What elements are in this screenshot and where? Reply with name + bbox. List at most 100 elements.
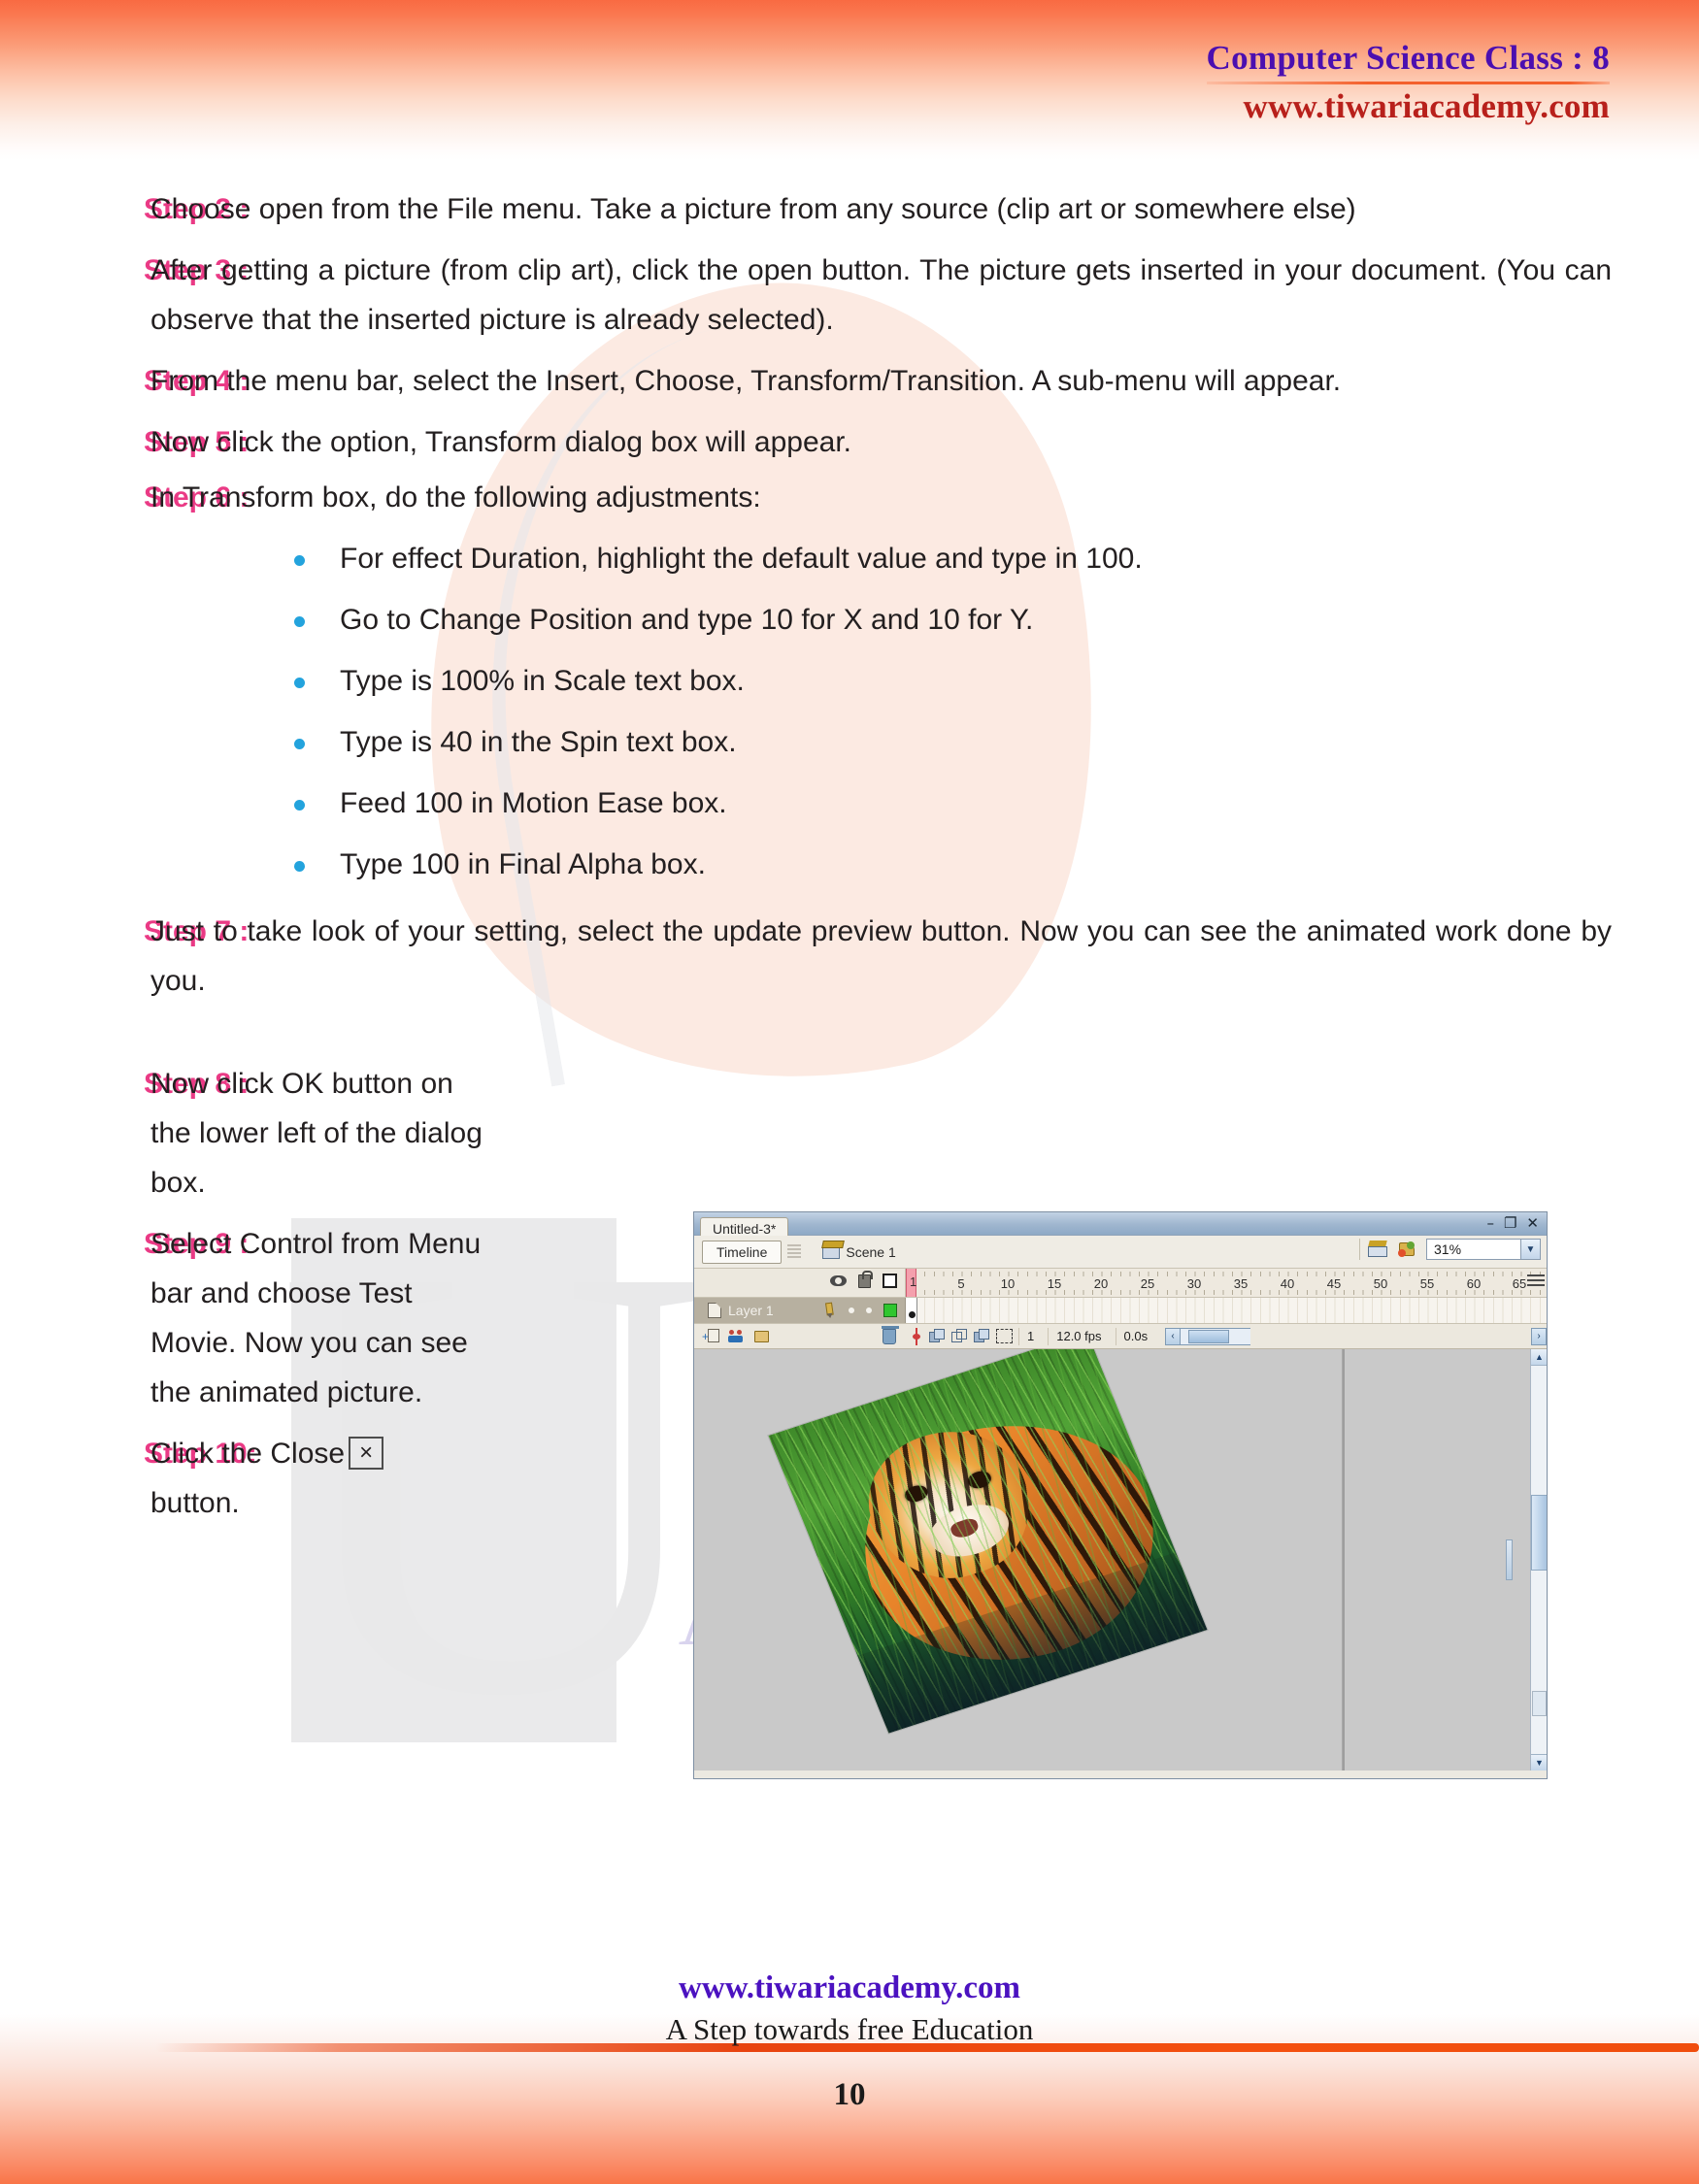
step-label: Step 2 :: [144, 193, 250, 225]
step-text: Select Control from Menu bar and choose …: [150, 1228, 482, 1408]
scroll-right-arrow-icon[interactable]: ›: [1531, 1327, 1547, 1345]
ruler-tick-10: 10: [1000, 1276, 1016, 1291]
layer-name-cell[interactable]: Layer 1: [694, 1298, 906, 1323]
pencil-icon[interactable]: [821, 1302, 838, 1318]
step-label: Step 3 :: [144, 254, 250, 286]
ruler-tick-55: 55: [1419, 1276, 1435, 1291]
step-text: From the menu bar, select the Insert, Ch…: [150, 365, 1342, 397]
edit-multiple-frames-icon[interactable]: [974, 1329, 990, 1343]
panel-collapse-tab[interactable]: [1506, 1539, 1513, 1580]
page-header: Computer Science Class : 8 www.tiwariaca…: [1206, 39, 1610, 126]
step-text: After getting a picture (from clip art),…: [150, 254, 1612, 336]
new-layer-icon[interactable]: +: [702, 1329, 719, 1343]
ruler-frame-numbers: 5 10 15 20 25 30 35 40 45 50 55 60 65: [906, 1276, 1547, 1293]
close-window-icon[interactable]: ✕: [1526, 1214, 1539, 1232]
stage-vertical-scrollbar[interactable]: ▲ ▼: [1530, 1349, 1547, 1770]
timeline-options-menu-icon[interactable]: [1527, 1274, 1545, 1291]
footer-site-url[interactable]: www.tiwariacademy.com: [0, 1970, 1699, 2006]
step10-text-after: button.: [150, 1487, 240, 1519]
step-text: Click the Close × button.: [150, 1429, 495, 1528]
step-row: Step 3 : After getting a picture (from c…: [0, 246, 1699, 345]
layer-row-icons: [822, 1303, 897, 1317]
layer-column-header: [694, 1269, 906, 1297]
header-title: Computer Science Class : 8: [1206, 39, 1610, 77]
scene-label: Scene 1: [846, 1243, 896, 1260]
add-motion-guide-icon[interactable]: [727, 1329, 745, 1343]
zoom-level-value: 31%: [1434, 1241, 1462, 1257]
playhead-marker[interactable]: 1: [906, 1269, 916, 1297]
scroll-up-arrow-icon[interactable]: ▲: [1531, 1349, 1547, 1366]
minimize-icon[interactable]: –: [1486, 1214, 1494, 1232]
chevron-down-icon[interactable]: ▼: [1520, 1240, 1540, 1259]
footer-tagline: A Step towards free Education: [665, 2012, 1034, 2046]
layer-row[interactable]: Layer 1: [694, 1298, 1547, 1324]
delete-layer-trash-icon[interactable]: [882, 1325, 899, 1344]
layer-name-label: Layer 1: [728, 1303, 774, 1318]
step-row: Step 2 : Choose open from the File menu.…: [0, 184, 1699, 234]
close-icon[interactable]: ×: [349, 1437, 384, 1470]
step-row: Step 5 : Now click the option, Transform…: [0, 417, 1699, 467]
edit-symbol-icon[interactable]: [1397, 1241, 1418, 1259]
layer-frames-track[interactable]: [906, 1298, 1547, 1323]
timeline-horizontal-scrollbar[interactable]: ‹: [1165, 1327, 1251, 1345]
timeline-ruler[interactable]: 5 10 15 20 25 30 35 40 45 50 55 60 65 1: [906, 1269, 1547, 1297]
page-number: 10: [833, 2077, 866, 2112]
ruler-tick-20: 20: [1093, 1276, 1109, 1291]
step-row: Step 8 : Now click OK button on the lowe…: [0, 1059, 1699, 1208]
keyframe-marker[interactable]: [909, 1311, 916, 1318]
onion-skin-outlines-icon[interactable]: [951, 1329, 968, 1343]
page-footer: www.tiwariacademy.com A Step towards fre…: [0, 1970, 1699, 2047]
step-label: Step 9 :: [144, 1228, 250, 1260]
step-text: Now click OK button on the lower left of…: [150, 1068, 483, 1199]
scroll-thumb[interactable]: [1188, 1329, 1230, 1343]
stage-area: ▲ ▼: [694, 1349, 1547, 1770]
eye-icon[interactable]: [830, 1275, 847, 1286]
layer-page-icon: [708, 1303, 721, 1318]
flash-application-window: Untitled-3* – ❐ ✕ Timeline Scene 1 31% ▼: [693, 1211, 1548, 1779]
list-item: Type is 40 in the Spin text box.: [0, 711, 1699, 773]
step-row: Step 6 : In Transform box, do the follow…: [0, 473, 1699, 522]
lock-dot-icon[interactable]: [866, 1307, 872, 1313]
adjustment-bullet-list: For effect Duration, highlight the defau…: [0, 528, 1699, 895]
edit-scene-icon[interactable]: [1368, 1240, 1389, 1259]
header-site-url: www.tiwariacademy.com: [1243, 87, 1610, 125]
ruler-tick-50: 50: [1373, 1276, 1388, 1291]
timeline-header-row: 5 10 15 20 25 30 35 40 45 50 55 60 65 1: [694, 1269, 1547, 1298]
step-row: Step 7 : Just to take look of your setti…: [0, 907, 1699, 1006]
maximize-icon[interactable]: ❐: [1504, 1214, 1516, 1232]
layer-color-swatch[interactable]: [883, 1303, 897, 1317]
playback-status-controls: 1 12.0 fps 0.0s ‹ ›: [906, 1327, 1547, 1345]
zoom-level-combobox[interactable]: 31% ▼: [1426, 1239, 1541, 1260]
elapsed-time-indicator: 0.0s: [1115, 1327, 1156, 1345]
step10-text-before: Click the Close: [150, 1438, 346, 1470]
scroll-left-arrow-icon[interactable]: ‹: [1165, 1327, 1182, 1345]
step-label: Step 5 :: [144, 426, 250, 458]
scroll-track[interactable]: [1181, 1327, 1251, 1345]
ruler-tick-30: 30: [1186, 1276, 1202, 1291]
lock-icon[interactable]: [858, 1270, 873, 1288]
window-titlebar[interactable]: Untitled-3* – ❐ ✕: [694, 1212, 1547, 1240]
layer-state-icons: [830, 1270, 897, 1288]
ruler-tick-45: 45: [1326, 1276, 1342, 1291]
scene-breadcrumb[interactable]: Scene 1: [822, 1243, 896, 1260]
visibility-dot-icon[interactable]: [849, 1307, 854, 1313]
new-folder-icon[interactable]: [752, 1329, 770, 1343]
outline-icon[interactable]: [883, 1274, 897, 1288]
current-frame-indicator: 1: [1018, 1327, 1042, 1345]
modify-onion-markers-icon[interactable]: [996, 1329, 1013, 1343]
ruler-tick-65: 65: [1512, 1276, 1527, 1291]
ruler-tick-25: 25: [1140, 1276, 1155, 1291]
vertical-scroll-thumb[interactable]: [1531, 1495, 1547, 1571]
stage-canvas[interactable]: [694, 1349, 1530, 1770]
step-text: In Transform box, do the following adjus…: [150, 481, 761, 513]
center-frame-icon[interactable]: [910, 1327, 923, 1345]
ruler-tick-40: 40: [1280, 1276, 1295, 1291]
frame-rate-indicator[interactable]: 12.0 fps: [1048, 1327, 1109, 1345]
scroll-down-arrow-icon[interactable]: ▼: [1531, 1754, 1547, 1770]
timeline-panel-button[interactable]: Timeline: [702, 1240, 783, 1264]
ruler-tick-15: 15: [1047, 1276, 1062, 1291]
panel-grip-handle[interactable]: [787, 1243, 802, 1260]
step-label: Step 10:: [144, 1438, 257, 1470]
onion-skin-icon[interactable]: [929, 1329, 946, 1343]
vertical-scroll-grip[interactable]: [1532, 1691, 1547, 1716]
